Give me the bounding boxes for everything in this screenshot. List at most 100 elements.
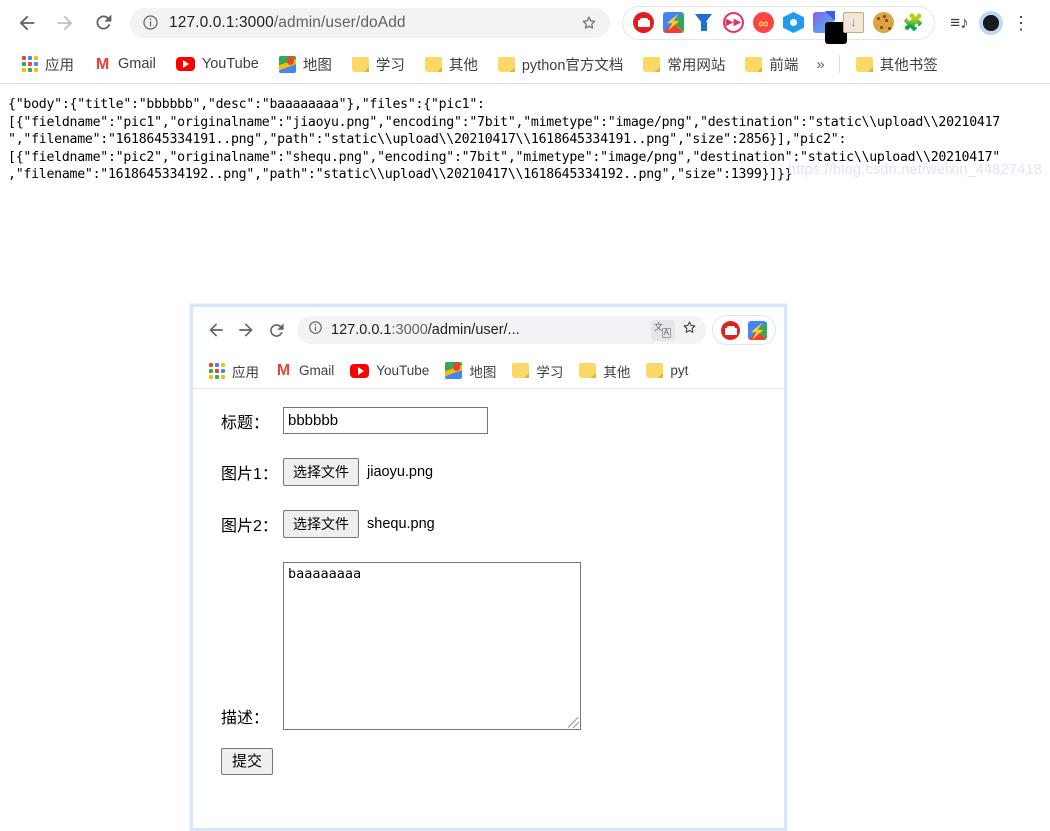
description-label: 描述：	[221, 710, 270, 727]
back-button[interactable]	[10, 6, 44, 40]
embedded-bookmarks-bar: 应用 M Gmail YouTube 地图 学习 其他 pyt	[193, 353, 784, 389]
folder-download-icon[interactable]	[843, 12, 864, 33]
bookmark-folder-frontend[interactable]: 前端	[735, 50, 808, 79]
bookmark-label: 学习	[536, 364, 564, 380]
watermark: https://blog.csdn.net/weixin_44827418	[787, 161, 1042, 178]
bookmark-label: 应用	[232, 364, 259, 380]
ublock-origin-icon[interactable]	[633, 12, 654, 33]
embedded-address-bar-text: 127.0.0.1:3000/admin/user/...	[331, 322, 520, 338]
pic1-choose-file-button[interactable]: 选择文件	[283, 458, 359, 486]
playlist-icon[interactable]: ≡♪	[949, 12, 970, 33]
pic2-label: 图片2：	[221, 518, 278, 535]
bookmark-label: python官方文档	[521, 57, 624, 74]
bookmark-folder-python[interactable]: pyt	[638, 360, 696, 381]
bookmark-label: pyt	[670, 363, 689, 378]
bookmark-youtube[interactable]: YouTube	[342, 360, 437, 381]
bookmark-label: YouTube	[376, 363, 430, 378]
bookmarks-divider	[838, 55, 840, 73]
embedded-address-bar[interactable]: 127.0.0.1:3000/admin/user/...	[297, 316, 706, 344]
profile-avatar-icon[interactable]	[979, 10, 1003, 35]
youtube-icon	[175, 57, 195, 71]
folder-icon	[512, 363, 530, 378]
bookmark-label: 其他	[448, 57, 478, 74]
pic1-filename: jiaoyu.png	[367, 464, 434, 480]
bookmark-folder-qita[interactable]: 其他	[415, 50, 488, 79]
embedded-reload-button[interactable]	[261, 315, 291, 345]
bookmark-gmail[interactable]: M Gmail	[267, 359, 342, 382]
pic2-filename: shequ.png	[367, 516, 435, 532]
flash-icon[interactable]	[748, 320, 767, 340]
apps-grid-icon	[22, 56, 38, 72]
submit-button[interactable]: 提交	[221, 748, 274, 775]
toolbar-right-group: ≡♪ ⋮	[949, 10, 1030, 35]
bookmark-gmail[interactable]: M Gmail	[84, 52, 166, 77]
google-maps-icon	[278, 55, 296, 73]
folder-icon	[745, 56, 763, 72]
reload-button[interactable]	[86, 6, 120, 40]
translate-icon[interactable]	[651, 319, 675, 341]
magic-wand-icon[interactable]	[813, 12, 847, 44]
bookmark-label: 常用网站	[667, 57, 726, 74]
embedded-browser-toolbar: 127.0.0.1:3000/admin/user/...	[193, 307, 784, 353]
bookmark-label: Gmail	[118, 56, 156, 72]
description-textarea[interactable]: baaaaaaaa	[283, 562, 581, 730]
extensions-pill: ▶▶ ∞ 🧩	[622, 5, 935, 44]
youtube-icon	[350, 363, 370, 378]
bookmark-label: 前端	[769, 57, 799, 74]
bookmark-maps[interactable]: 地图	[269, 50, 342, 79]
browser-toolbar: 127.0.0.1:3000/admin/user/doAdd ▶▶ ∞ 🧩 ≡…	[0, 0, 1050, 45]
site-info-icon[interactable]	[142, 14, 159, 31]
hexagon-icon[interactable]	[783, 12, 804, 33]
infinity-icon[interactable]: ∞	[753, 12, 774, 33]
pic1-label: 图片1：	[221, 466, 278, 483]
embedded-forward-button[interactable]	[231, 315, 261, 345]
bookmark-star-icon[interactable]	[580, 14, 598, 32]
resize-grip-icon[interactable]	[568, 717, 579, 728]
embedded-extensions-pill	[712, 315, 776, 345]
bookmark-folder-xuexi[interactable]: 学习	[504, 358, 571, 384]
bookmarks-overflow-icon[interactable]: »	[808, 56, 832, 73]
folder-icon	[579, 363, 597, 378]
ublock-origin-icon[interactable]	[721, 320, 740, 340]
bookmarks-bar: 应用 M Gmail YouTube 地图 学习 其他 python官方文档 常	[0, 45, 1050, 84]
description-textarea-value: baaaaaaaa	[288, 566, 362, 582]
bookmark-folder-python-docs[interactable]: python官方文档	[488, 50, 634, 79]
title-field-row: 标题： bbbbbb	[221, 407, 784, 434]
bookmark-folder-xuexi[interactable]: 学习	[342, 50, 415, 79]
pic2-choose-file-button[interactable]: 选择文件	[283, 510, 359, 538]
kebab-menu-icon[interactable]: ⋮	[1012, 14, 1030, 32]
bookmark-other-bookmarks[interactable]: 其他书签	[846, 50, 948, 79]
address-bar-text: 127.0.0.1:3000/admin/user/doAdd	[169, 13, 406, 31]
embedded-bookmark-star-icon[interactable]	[681, 319, 698, 341]
embedded-screenshot: 127.0.0.1:3000/admin/user/... 文 A ⚡ 应用 M…	[190, 304, 787, 831]
folder-icon	[497, 56, 515, 72]
google-maps-icon	[445, 362, 463, 379]
pic2-field-row: 图片2： 选择文件 shequ.png	[221, 510, 784, 538]
title-input[interactable]: bbbbbb	[283, 407, 488, 434]
bookmark-label: 应用	[45, 57, 74, 74]
bookmark-label: 其他书签	[879, 57, 938, 74]
embedded-screenshot-content: 127.0.0.1:3000/admin/user/... 文 A ⚡ 应用 M…	[193, 307, 784, 828]
bookmark-maps[interactable]: 地图	[437, 358, 504, 384]
gmail-icon: M	[276, 362, 291, 379]
bookmark-folder-common-sites[interactable]: 常用网站	[633, 50, 735, 79]
bookmark-label: 学习	[375, 57, 405, 74]
folder-icon	[855, 56, 873, 72]
bookmark-apps[interactable]: 应用	[201, 358, 267, 384]
address-bar[interactable]: 127.0.0.1:3000/admin/user/doAdd	[130, 7, 610, 38]
embedded-back-button[interactable]	[201, 315, 231, 345]
bookmark-apps[interactable]: 应用	[12, 50, 84, 79]
embedded-site-info-icon[interactable]	[308, 320, 323, 340]
bookmark-youtube[interactable]: YouTube	[166, 52, 269, 76]
title-label: 标题：	[221, 414, 270, 432]
page-content: {"body":{"title":"bbbbbb","desc":"baaaaa…	[0, 84, 1050, 831]
folder-icon	[351, 56, 369, 72]
bookmark-folder-qita[interactable]: 其他	[571, 358, 638, 384]
fast-forward-icon[interactable]: ▶▶	[723, 12, 744, 33]
bookmark-label: 其他	[603, 364, 631, 380]
puzzle-icon[interactable]: 🧩	[903, 12, 924, 33]
forward-button[interactable]	[48, 6, 82, 40]
flash-icon[interactable]	[663, 12, 684, 33]
vflow-icon[interactable]	[693, 12, 714, 33]
cookie-icon[interactable]	[873, 12, 894, 33]
